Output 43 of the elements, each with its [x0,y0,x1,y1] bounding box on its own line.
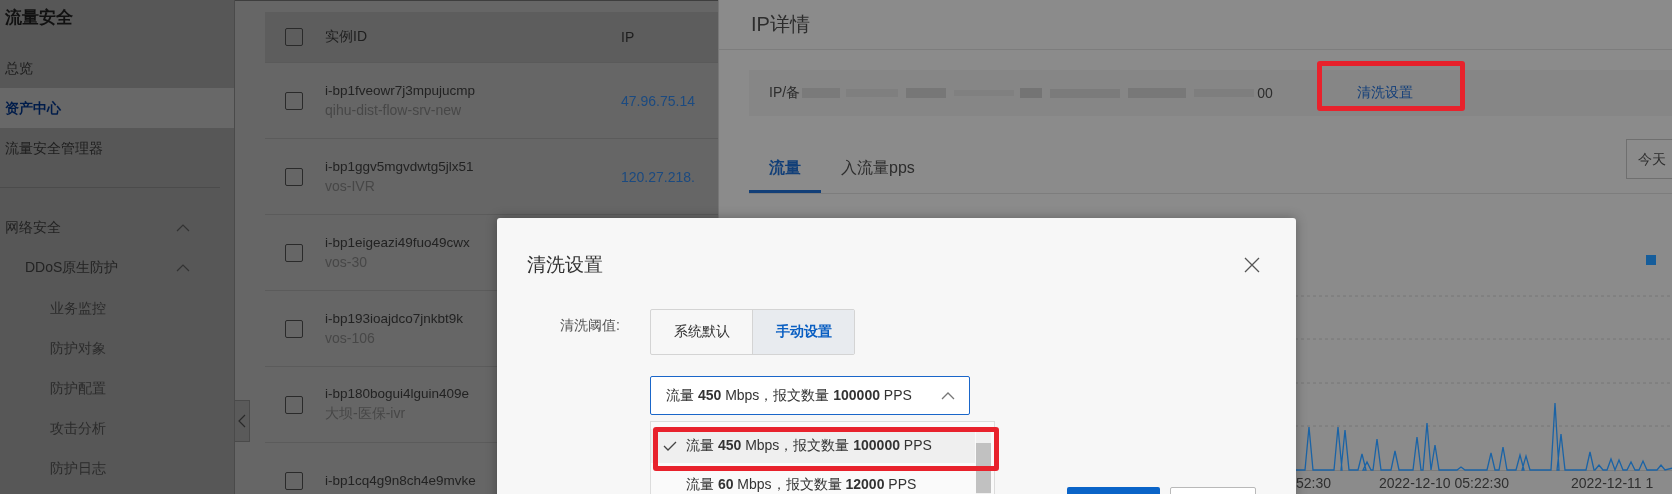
check-icon [663,441,677,451]
checkbox[interactable] [285,91,303,110]
info-text: 00 [1257,85,1273,101]
dropdown-option[interactable]: 流量 60 Mbps，报文数量 12000 PPS [651,475,975,494]
tab[interactable]: 流量 [749,143,821,193]
instance-id: i-bp180bogui4lguin409e [325,386,470,401]
date-button[interactable]: 今天 [1626,139,1672,179]
legend-icon [1646,255,1656,265]
dialog-title: 清洗设置 [527,253,603,277]
checkbox[interactable] [285,471,303,490]
axis-label: 2022-12-11 1 [1571,475,1654,491]
checkbox[interactable] [285,395,303,414]
checkbox[interactable] [285,319,303,338]
axis-label: 2022-12-10 05:22:30 [1379,475,1509,491]
checkbox[interactable] [285,28,303,46]
chevron-icon [176,224,190,232]
chevron-icon [176,264,190,272]
threshold-select[interactable]: 流量 450 Mbps，报文数量 100000 PPS [650,376,970,415]
checkbox[interactable] [285,243,303,262]
tab[interactable]: 入流量pps [821,143,935,193]
mode-button[interactable]: 系统默认 [651,310,752,354]
cleaning-settings-link[interactable]: 清洗设置 [1356,84,1413,102]
close-icon[interactable] [1244,257,1260,273]
field-label: 清洗阈值: [560,316,621,335]
sidebar-title: 流量安全 [4,7,73,29]
chevron-icon [941,391,955,400]
ip-link[interactable]: 47.96.75.14 [621,92,718,109]
collapse-button[interactable] [235,400,250,442]
instance-id: i-bp1eigeazi49fuo49cwx [325,235,470,250]
chevron-left-icon [238,414,246,428]
ip-link[interactable]: 120.27.218. [621,168,718,185]
instance-id: i-bp1cq4g9n8ch4e9mvke [325,473,476,488]
instance-id: i-bp193ioajdco7jnkbt9k [325,311,464,326]
column-header: 实例ID [325,28,368,46]
axis-label: 52:30 [1296,475,1332,491]
sidebar-item[interactable]: 资产中心 [0,88,234,128]
info-label: IP/备 [769,84,801,102]
instance-id: i-bp1ggv5mgvdwtg5jlx51 [325,159,474,174]
column-header: IP [621,29,636,45]
drawer-title: IP详情 [751,12,810,37]
checkbox[interactable] [285,167,303,186]
mode-button[interactable]: 手动设置 [752,310,854,354]
instance-id: i-bp1fveowr7j3mpujucmp [325,83,476,98]
